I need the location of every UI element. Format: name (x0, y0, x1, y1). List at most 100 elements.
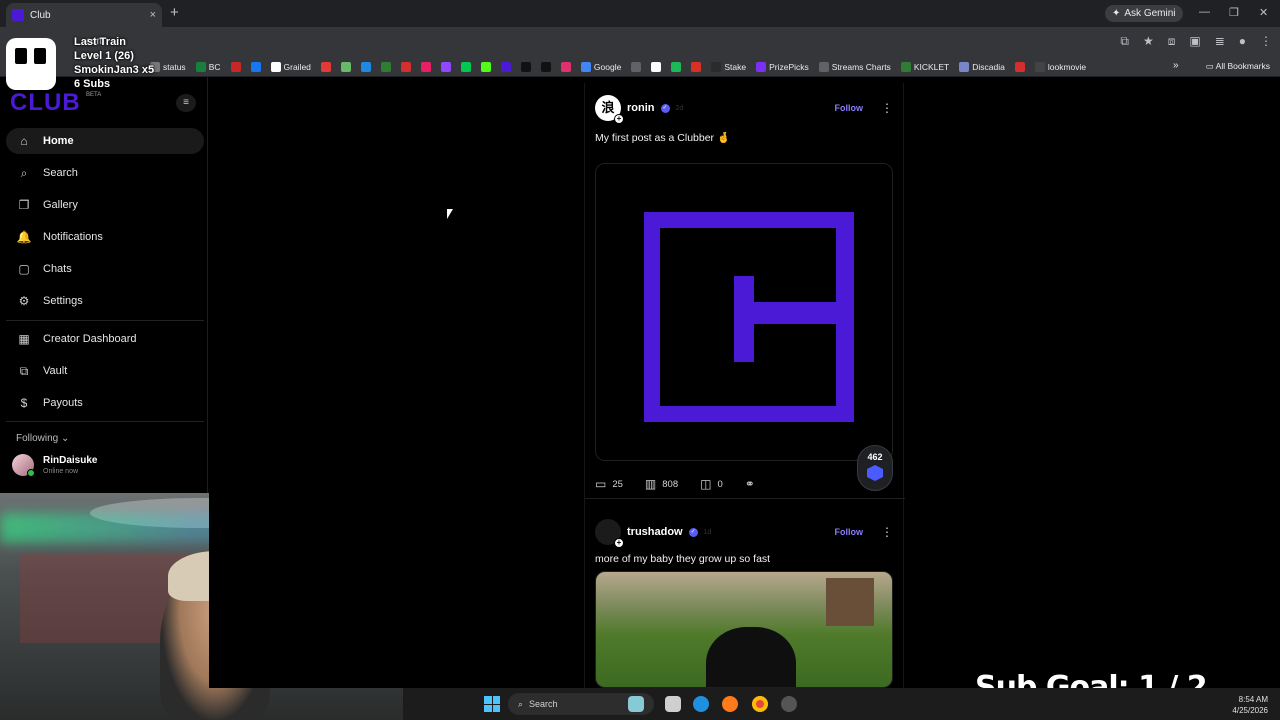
minimize-button[interactable]: — (1199, 6, 1210, 18)
bookmark-item[interactable] (480, 61, 491, 72)
bookmark-icon[interactable]: ◫ (700, 477, 711, 491)
sidebar-item-gallery[interactable]: ❐ Gallery (6, 192, 204, 218)
system-clock[interactable]: 8:54 AM 4/25/2026 (1232, 694, 1268, 716)
file-explorer-icon[interactable] (665, 696, 681, 712)
all-bookmarks-button[interactable]: ▭ All Bookmarks (1206, 61, 1270, 72)
plus-icon[interactable]: + (614, 538, 624, 548)
sidebar-item-creator-dashboard[interactable]: ▦ Creator Dashboard (6, 326, 204, 352)
bookmark-item[interactable]: Google (580, 61, 621, 72)
club-points-badge[interactable]: 462 (857, 445, 893, 491)
bookmark-item[interactable] (1014, 61, 1025, 72)
avatar[interactable]: 浪 + (595, 95, 624, 124)
tab-close-icon[interactable]: × (150, 9, 156, 21)
post-actions: ▭ 25 ▥ 808 ◫ 0 ⚭ (595, 477, 755, 491)
bookmark-label: status (163, 61, 186, 72)
post-image[interactable] (595, 571, 893, 688)
chevron-down-icon: ⌄ (61, 433, 70, 444)
following-toggle[interactable]: Following ⌄ (16, 433, 69, 444)
main-content: 浪 + ronin ✓ 2d Follow ⋮ My first post as… (209, 77, 1280, 688)
bookmark-item[interactable] (230, 61, 241, 72)
sidebar-item-notifications[interactable]: 🔔 Notifications (6, 224, 204, 250)
bookmark-item[interactable] (560, 61, 571, 72)
extensions-icon[interactable]: ⧈ (1168, 34, 1176, 49)
post-feed: 浪 + ronin ✓ 2d Follow ⋮ My first post as… (584, 83, 905, 688)
windows-start-icon[interactable] (484, 696, 500, 712)
comment-icon[interactable]: ▭ (595, 477, 606, 491)
new-tab-button[interactable]: + (170, 4, 179, 21)
sidebar-item-chats[interactable]: ▢ Chats (6, 256, 204, 282)
bookmark-item[interactable] (400, 61, 411, 72)
bookmarks-overflow-button[interactable]: » (1173, 60, 1179, 71)
verified-icon: ✓ (688, 527, 698, 537)
bookmark-item[interactable] (520, 61, 531, 72)
bookmark-item[interactable] (631, 61, 642, 72)
more-options-icon[interactable]: ⋮ (881, 525, 893, 539)
bookmark-item[interactable] (250, 61, 261, 72)
bookmark-item[interactable] (500, 61, 511, 72)
bookmark-label: Stake (724, 61, 747, 72)
post-username[interactable]: ronin (627, 102, 655, 114)
firefox-icon[interactable] (722, 696, 738, 712)
bookmark-item[interactable] (420, 61, 431, 72)
stream-alert-overlay: Last Train Level 1 (26) SmokinJan3 x5 6 … (6, 36, 156, 96)
bookmark-item[interactable] (440, 61, 451, 72)
bookmark-item[interactable] (691, 61, 702, 72)
following-user-rindaisuke[interactable]: RinDaisuke Online now (12, 454, 97, 477)
bookmark-item[interactable] (340, 61, 351, 72)
bookmark-favicon-icon (580, 61, 591, 72)
bookmark-item[interactable] (671, 61, 682, 72)
bookmark-item[interactable]: BC (195, 61, 221, 72)
close-window-button[interactable]: ✕ (1259, 6, 1268, 19)
sidebar-item-settings[interactable]: ⚙ Settings (6, 288, 204, 314)
follow-button[interactable]: Follow (835, 103, 864, 113)
bookmark-favicon-icon (900, 61, 911, 72)
bookmark-item[interactable]: PrizePicks (756, 61, 809, 72)
post-username[interactable]: trushadow (627, 526, 683, 538)
sidebar-item-payouts[interactable]: $ Payouts (6, 390, 204, 416)
bookmark-item[interactable]: lookmovie (1034, 61, 1086, 72)
bookmark-favicon-icon (195, 61, 206, 72)
browser-tab-club[interactable]: Club × (6, 3, 162, 27)
side-panel-icon[interactable]: ▣ (1189, 34, 1200, 49)
bookmark-item[interactable]: Stake (711, 61, 747, 72)
avatar[interactable]: + (595, 519, 624, 548)
plus-icon[interactable]: + (614, 114, 624, 124)
clock-time: 8:54 AM (1238, 695, 1268, 704)
media-control-icon[interactable]: ≣ (1215, 34, 1225, 49)
bookmark-item[interactable]: Streams Charts (818, 61, 891, 72)
browser-menu-icon[interactable]: ⋮ (1260, 34, 1272, 49)
more-options-icon[interactable]: ⋮ (881, 101, 893, 115)
post-text: My first post as a Clubber 🤞 (595, 132, 731, 144)
collapse-menu-icon[interactable]: ≡ (176, 94, 196, 112)
bookmark-item[interactable] (651, 61, 662, 72)
bookmarks-bar: status BC Grailed Google Stake PrizePicks Stre… (0, 57, 1280, 77)
sidebar-item-home[interactable]: ⌂ Home (6, 128, 204, 154)
edge-browser-icon[interactable] (693, 696, 709, 712)
ask-gemini-button[interactable]: ✦ Ask Gemini (1105, 5, 1183, 22)
bookmark-item[interactable]: Grailed (270, 61, 311, 72)
bookmark-label: KICKLET (913, 61, 950, 72)
chrome-icon[interactable] (752, 696, 768, 712)
share-link-icon[interactable]: ⚭ (745, 477, 755, 491)
sidebar-item-search[interactable]: ⌕ Search (6, 160, 204, 186)
bookmark-item[interactable] (360, 61, 371, 72)
maximize-button[interactable]: ❐ (1229, 6, 1239, 19)
post-image[interactable] (595, 163, 893, 461)
profile-avatar-icon[interactable]: ● (1239, 34, 1246, 49)
bookmark-favicon-icon (230, 61, 241, 72)
bookmark-favicon-icon (400, 61, 411, 72)
sidebar-item-vault[interactable]: ⧉ Vault (6, 358, 204, 384)
taskbar-widget-icon[interactable] (628, 696, 644, 712)
bookmark-item[interactable] (540, 61, 551, 72)
bookmark-item[interactable] (380, 61, 391, 72)
bookmark-item[interactable]: KICKLET (900, 61, 950, 72)
app-settings-icon[interactable] (781, 696, 797, 712)
address-bar: com ⧉ ★ ⧈ ▣ ≣ ● ⋮ (0, 27, 1280, 57)
bookmark-item[interactable] (460, 61, 471, 72)
following-label: Following (16, 433, 59, 444)
bookmark-item[interactable] (320, 61, 331, 72)
bookmark-item[interactable]: Discadia (959, 61, 1005, 72)
bookmark-star-icon[interactable]: ★ (1143, 34, 1154, 49)
install-app-icon[interactable]: ⧉ (1120, 34, 1129, 49)
follow-button[interactable]: Follow (835, 527, 864, 537)
